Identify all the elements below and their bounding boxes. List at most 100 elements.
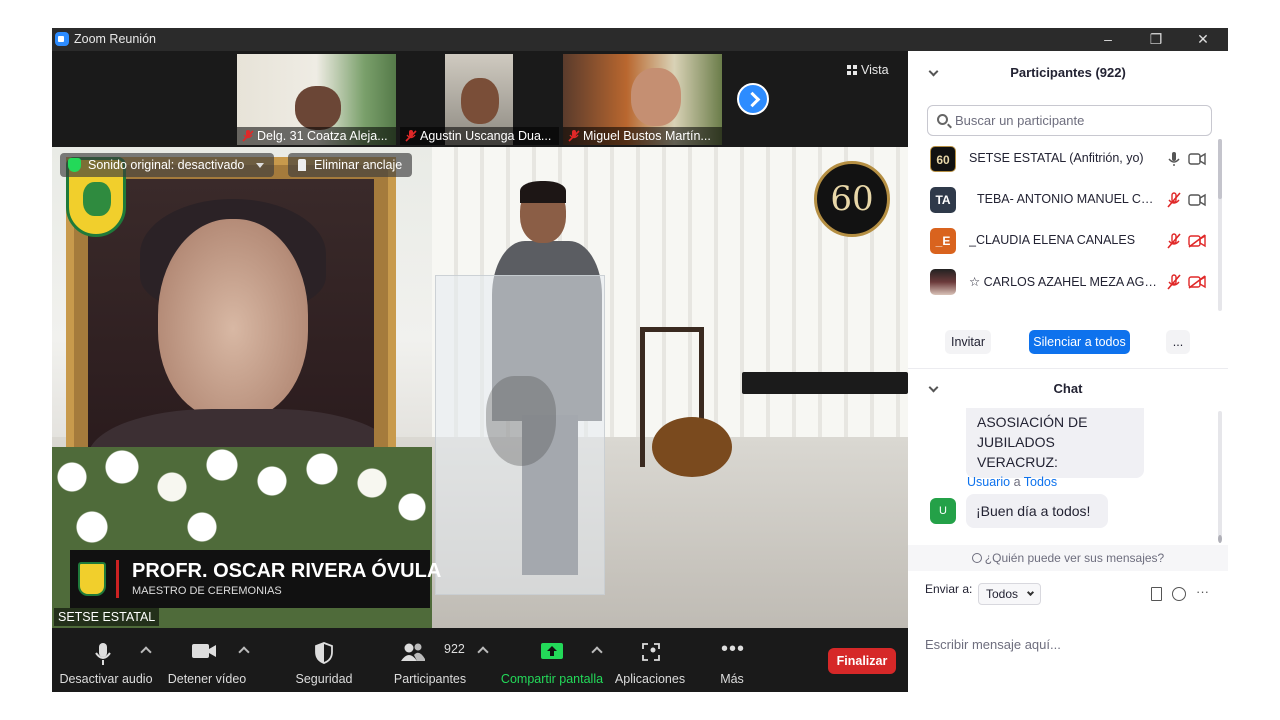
acrylic-podium <box>435 275 605 595</box>
participant-search-input[interactable]: Buscar un participante <box>927 105 1212 136</box>
apps-label: Aplicaciones <box>614 672 686 686</box>
participant-name: TEBA- ANTONIO MANUEL CO... <box>977 192 1161 206</box>
who-can-see-label: ¿Quién puede ver sus mensajes? <box>984 551 1165 565</box>
invite-button[interactable]: Invitar <box>945 330 991 354</box>
video-camera-icon[interactable] <box>1188 152 1206 166</box>
crest-map <box>83 182 111 216</box>
participant-avatar: 60 <box>930 146 956 172</box>
stop-video-button[interactable]: Detener vídeo <box>164 628 250 692</box>
participant-row[interactable]: _E _CLAUDIA ELENA CANALES <box>908 221 1218 261</box>
participant-name: _CLAUDIA ELENA CANALES <box>969 233 1136 247</box>
chevron-down-icon[interactable] <box>255 163 264 169</box>
search-placeholder: Buscar un participante <box>955 113 1085 128</box>
participant-avatar <box>930 269 956 295</box>
chat-user-avatar: U <box>930 498 956 524</box>
chat-message-bubble: ASOSIACIÓN DE JUBILADOS VERACRUZ: <box>966 408 1144 478</box>
participant-row[interactable]: TA TEBA- ANTONIO MANUEL CO... <box>908 180 1218 220</box>
shield-icon <box>315 642 333 664</box>
more-label: Más <box>720 672 744 686</box>
main-video[interactable]: 60 Sonido original: desactivado Eliminar… <box>52 147 908 628</box>
close-button[interactable]: ✕ <box>1183 29 1223 49</box>
participants-options-caret[interactable] <box>477 646 489 658</box>
meeting-area: Delg. 31 Coatza Aleja... Agustin Uscanga… <box>52 51 908 692</box>
search-icon <box>937 114 948 125</box>
apps-button[interactable]: Aplicaciones <box>612 628 688 692</box>
who-can-see-link[interactable]: ¿Quién puede ver sus mensajes? <box>908 545 1228 571</box>
participant-avatar: TA <box>930 187 956 213</box>
more-dots-icon: ••• <box>721 638 746 660</box>
emoji-icon[interactable] <box>1172 587 1186 601</box>
video-off-icon[interactable] <box>1188 275 1206 289</box>
cello <box>652 417 732 477</box>
end-meeting-button[interactable]: Finalizar <box>828 648 896 674</box>
lower-third-name: PROFR. OSCAR RIVERA ÓVULA <box>132 560 442 582</box>
video-thumbnail-label-area: Agustin Uscanga Dua... <box>400 54 559 145</box>
mute-audio-label: Desactivar audio <box>59 672 153 686</box>
collapse-participants-icon[interactable] <box>928 66 939 77</box>
speaker-hair <box>520 181 566 203</box>
video-thumbnail[interactable]: Delg. 31 Coatza Aleja... <box>237 54 396 145</box>
send-to-dropdown[interactable]: Todos <box>978 583 1042 605</box>
chevron-down-icon <box>1026 588 1035 597</box>
original-sound-toggle[interactable]: Sonido original: desactivado <box>60 153 274 177</box>
share-screen-icon <box>541 643 563 659</box>
mute-all-button[interactable]: Silenciar a todos <box>1029 330 1130 354</box>
more-button[interactable]: ••• Más <box>704 628 760 692</box>
participants-scrollbar[interactable] <box>1218 139 1222 311</box>
view-label: Vista <box>861 63 889 77</box>
muted-mic-icon[interactable] <box>1166 192 1182 208</box>
participant-row[interactable]: ☆ CARLOS AZAHEL MEZA AGU... <box>908 262 1218 302</box>
stop-video-label: Detener vídeo <box>167 672 247 686</box>
security-button[interactable]: Seguridad <box>288 628 360 692</box>
muted-mic-icon[interactable] <box>1166 274 1182 290</box>
chat-scrollbar[interactable] <box>1218 411 1222 543</box>
video-camera-icon[interactable] <box>1188 193 1206 207</box>
panel-divider <box>908 368 1228 369</box>
share-screen-button[interactable]: Compartir pantalla <box>498 628 606 692</box>
thumbnail-label: Miguel Bustos Martín... <box>563 127 722 145</box>
portrait-face <box>158 219 308 419</box>
mute-audio-button[interactable]: Desactivar audio <box>58 628 154 692</box>
microphone-icon[interactable] <box>1166 151 1182 167</box>
send-to-value: Todos <box>986 587 1019 601</box>
anniversary-number: 60 <box>830 179 874 219</box>
video-off-icon[interactable] <box>1188 234 1206 248</box>
view-button[interactable]: Vista <box>847 63 889 77</box>
anniversary-logo: 60 <box>814 161 890 237</box>
restore-button[interactable]: ❐ <box>1136 29 1176 49</box>
participant-row[interactable]: 60 SETSE ESTATAL (Anfitrión, yo) <box>908 139 1218 179</box>
lower-third-divider <box>116 560 119 598</box>
zoom-logo-icon <box>55 32 69 46</box>
thumbnail-label: Delg. 31 Coatza Aleja... <box>237 127 396 145</box>
scrollbar-thumb[interactable] <box>1218 139 1222 199</box>
person-icon <box>971 553 982 563</box>
chat-sender: Usuario <box>967 475 1011 489</box>
file-icon[interactable] <box>1151 587 1162 601</box>
collapse-chat-icon[interactable] <box>928 382 939 393</box>
chat-title: Chat <box>1053 381 1083 396</box>
muted-mic-icon <box>405 130 417 142</box>
chat-input-placeholder: Escribir mensaje aquí... <box>925 637 1061 652</box>
apps-icon <box>642 643 660 661</box>
setse-badge-logo <box>78 562 106 596</box>
next-page-button[interactable] <box>737 83 769 115</box>
thumbnail-strip: Delg. 31 Coatza Aleja... Agustin Uscanga… <box>52 51 908 147</box>
scrollbar-thumb[interactable] <box>1218 535 1222 543</box>
chat-more-icon[interactable]: ··· <box>1196 584 1209 599</box>
chat-message-input[interactable]: Escribir mensaje aquí... <box>925 637 1061 652</box>
podium-crest <box>486 376 556 466</box>
unpin-button[interactable]: Eliminar anclaje <box>288 153 413 177</box>
muted-mic-icon[interactable] <box>1166 233 1182 249</box>
window-title: Zoom Reunión <box>74 32 156 46</box>
more-options-button[interactable]: ... <box>1166 330 1190 354</box>
minimize-button[interactable]: – <box>1088 29 1128 49</box>
meeting-toolbar: Desactivar audio Detener vídeo Seguridad… <box>52 628 908 692</box>
participants-button[interactable]: 922 Participantes <box>386 628 474 692</box>
chat-recipient: Todos <box>1023 475 1058 489</box>
microphone-icon <box>95 643 111 665</box>
video-thumbnail[interactable]: Miguel Bustos Martín... <box>563 54 722 145</box>
thumbnail-person <box>295 86 341 130</box>
participants-label: Participantes <box>393 672 467 686</box>
grid-icon <box>847 65 857 75</box>
lower-third-banner: PROFR. OSCAR RIVERA ÓVULA MAESTRO DE CER… <box>70 550 441 608</box>
